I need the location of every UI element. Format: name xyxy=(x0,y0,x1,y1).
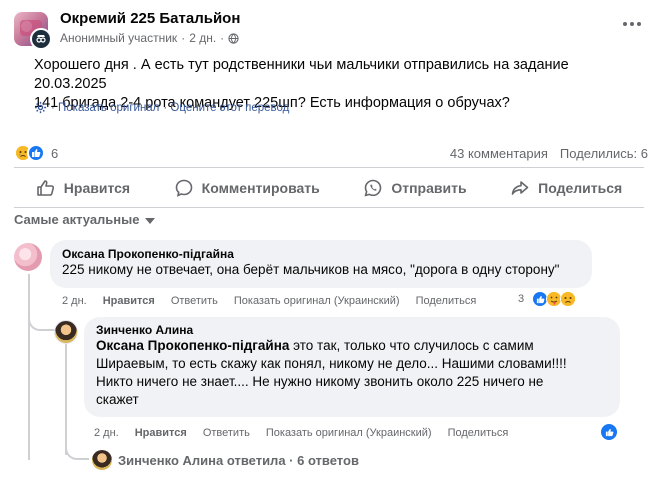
comment-share-link[interactable]: Поделиться xyxy=(416,295,477,307)
author-label: Анонимный участник xyxy=(60,31,178,45)
comment-sort-dropdown[interactable]: Самые актуальные xyxy=(14,212,155,227)
meta-separator: · xyxy=(220,31,225,45)
gear-icon[interactable] xyxy=(34,101,47,114)
post-text-line: Хорошего дня . А есть тут родственники ч… xyxy=(34,57,569,92)
comment-reply-link[interactable]: Ответить xyxy=(203,427,250,439)
group-name[interactable]: Окремий 225 Батальйон xyxy=(60,10,240,27)
like-button-label: Нравится xyxy=(63,180,131,196)
comment-button-label: Комментировать xyxy=(201,180,320,196)
comment-show-original-link[interactable]: Показать оригинал (Украинский) xyxy=(266,427,432,439)
more-options-icon[interactable] xyxy=(622,14,642,34)
thumbs-up-icon xyxy=(36,180,54,196)
comment-text: Оксана Прокопенко-підгайна это так, толь… xyxy=(96,337,608,355)
meta-separator: · xyxy=(181,31,186,45)
reactions-summary[interactable] xyxy=(14,144,45,162)
rate-translation-link[interactable]: · Оцените этот перевод xyxy=(163,102,289,114)
comment-author[interactable]: Зинченко Алина xyxy=(96,323,608,337)
comment-text: 225 никому не отвечает, она берёт мальчи… xyxy=(62,262,560,277)
avatar[interactable] xyxy=(14,243,42,271)
caret-down-icon xyxy=(144,217,155,224)
anonymous-avatar-icon xyxy=(30,28,52,50)
whatsapp-icon xyxy=(364,179,382,197)
comment-text-line: скажет xyxy=(96,392,139,407)
comment-reply-link[interactable]: Ответить xyxy=(171,295,218,307)
translation-links: · Показать оригинал · Оцените этот перев… xyxy=(34,101,289,114)
like-reaction-icon xyxy=(27,144,45,162)
send-button-label: Отправить xyxy=(391,180,467,196)
avatar[interactable] xyxy=(54,320,78,344)
comment-bubble: Оксана Прокопенко-підгайна 225 никому не… xyxy=(50,240,592,288)
post-time[interactable]: 2 дн. xyxy=(189,31,216,45)
comment-reactions[interactable]: 3 xyxy=(518,291,577,307)
comment-icon xyxy=(175,179,192,197)
post-action-bar: Нравится Комментировать Отправить Подели… xyxy=(14,172,644,204)
comment-text-line: Шираевым, то есть скажу как понял, ником… xyxy=(96,356,567,371)
divider xyxy=(14,167,644,168)
show-original-link[interactable]: · Показать оригинал xyxy=(51,102,159,114)
sad-reaction-icon xyxy=(560,291,577,307)
replies-label: Зинченко Алина ответила · 6 ответов xyxy=(118,452,359,468)
shares-count[interactable]: Поделились: 6 xyxy=(560,146,648,161)
avatar xyxy=(92,450,112,470)
comment-like-link[interactable]: Нравится xyxy=(103,295,155,307)
share-button-label: Поделиться xyxy=(538,180,623,196)
comment-time[interactable]: 2 дн. xyxy=(94,427,119,439)
comment-actions: 2 дн. Нравится Ответить Показать оригина… xyxy=(94,427,508,439)
comment-actions: 2 дн. Нравится Ответить Показать оригина… xyxy=(62,295,476,307)
share-icon xyxy=(511,181,529,195)
send-button[interactable]: Отправить xyxy=(363,178,467,198)
comment-share-link[interactable]: Поделиться xyxy=(448,427,509,439)
view-replies-link[interactable]: Зинченко Алина ответила · 6 ответов xyxy=(92,450,359,470)
sort-label: Самые актуальные xyxy=(14,212,140,227)
thread-connector xyxy=(65,440,89,460)
comment-reaction-count: 3 xyxy=(518,293,525,305)
comments-count[interactable]: 43 комментария xyxy=(450,146,548,161)
globe-icon xyxy=(228,32,239,44)
comment-author[interactable]: Оксана Прокопенко-підгайна xyxy=(62,247,580,261)
share-button[interactable]: Поделиться xyxy=(510,178,622,198)
thread-line xyxy=(28,274,30,460)
comment-show-original-link[interactable]: Показать оригинал (Украинский) xyxy=(234,295,400,307)
divider xyxy=(14,207,644,208)
mention-link[interactable]: Оксана Прокопенко-підгайна xyxy=(96,338,289,353)
comment-button[interactable]: Комментировать xyxy=(174,178,320,198)
comment-text-line: Никто ничего не знает.... Не нужно ником… xyxy=(96,374,544,389)
post-meta: Анонимный участник · 2 дн. · xyxy=(60,31,239,45)
comment-bubble: Зинченко Алина Оксана Прокопенко-підгайн… xyxy=(84,317,620,417)
post-stats: 43 комментария Поделились: 6 xyxy=(450,146,648,161)
like-button[interactable]: Нравится xyxy=(36,178,130,198)
comment-text-part: это так, только что случилось с самим xyxy=(289,338,534,353)
comment-time[interactable]: 2 дн. xyxy=(62,295,87,307)
comment-like-link[interactable]: Нравится xyxy=(135,427,187,439)
thread-line xyxy=(65,343,67,455)
reaction-count[interactable]: 6 xyxy=(51,146,58,161)
like-reaction-icon[interactable] xyxy=(601,424,617,440)
thread-connector xyxy=(28,303,56,331)
